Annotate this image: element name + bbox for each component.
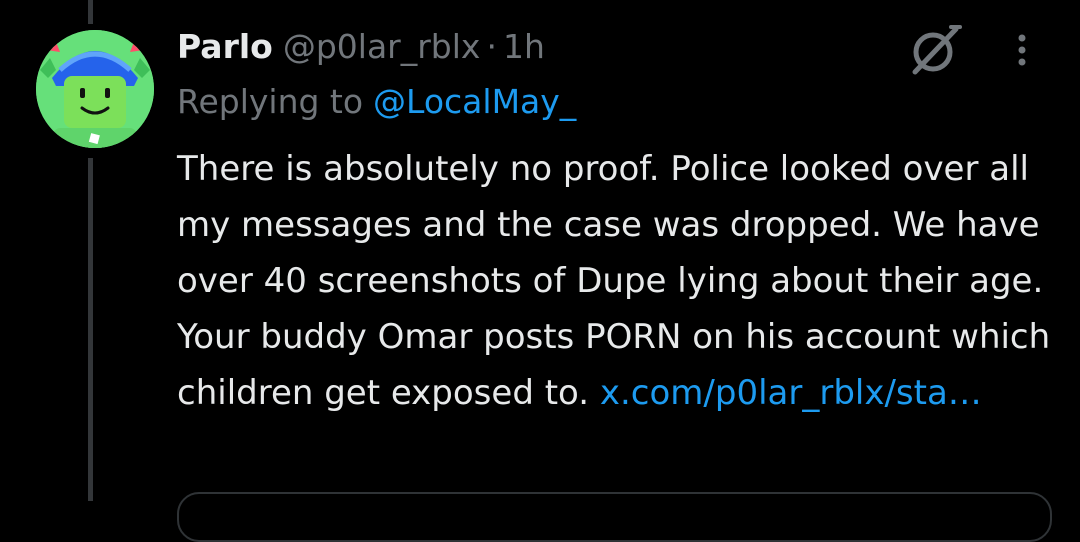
author-name[interactable]: Parlo [177,27,273,66]
replying-to-line: Replying to @LocalMay_ [177,82,576,121]
roblox-avatar-icon [36,30,154,148]
thread-line-bottom [88,158,93,501]
tweet-body: There is absolutely no proof. Police loo… [177,141,1052,421]
timestamp[interactable]: 1h [503,27,545,66]
quoted-tweet-card[interactable] [177,492,1052,542]
thread-line-top [88,0,93,24]
tweet-link[interactable]: x.com/p0lar_rblx/sta… [600,373,982,413]
separator-dot: · [486,26,497,66]
more-vertical-icon[interactable] [1007,28,1037,72]
grok-icon[interactable] [906,21,964,79]
author-handle[interactable]: @p0lar_rblx [283,27,481,66]
replying-to-label: Replying to [177,82,364,121]
avatar[interactable] [36,30,154,148]
replying-to-mention[interactable]: @LocalMay_ [373,82,576,121]
tweet-header: Parlo @p0lar_rblx · 1h [177,22,545,70]
